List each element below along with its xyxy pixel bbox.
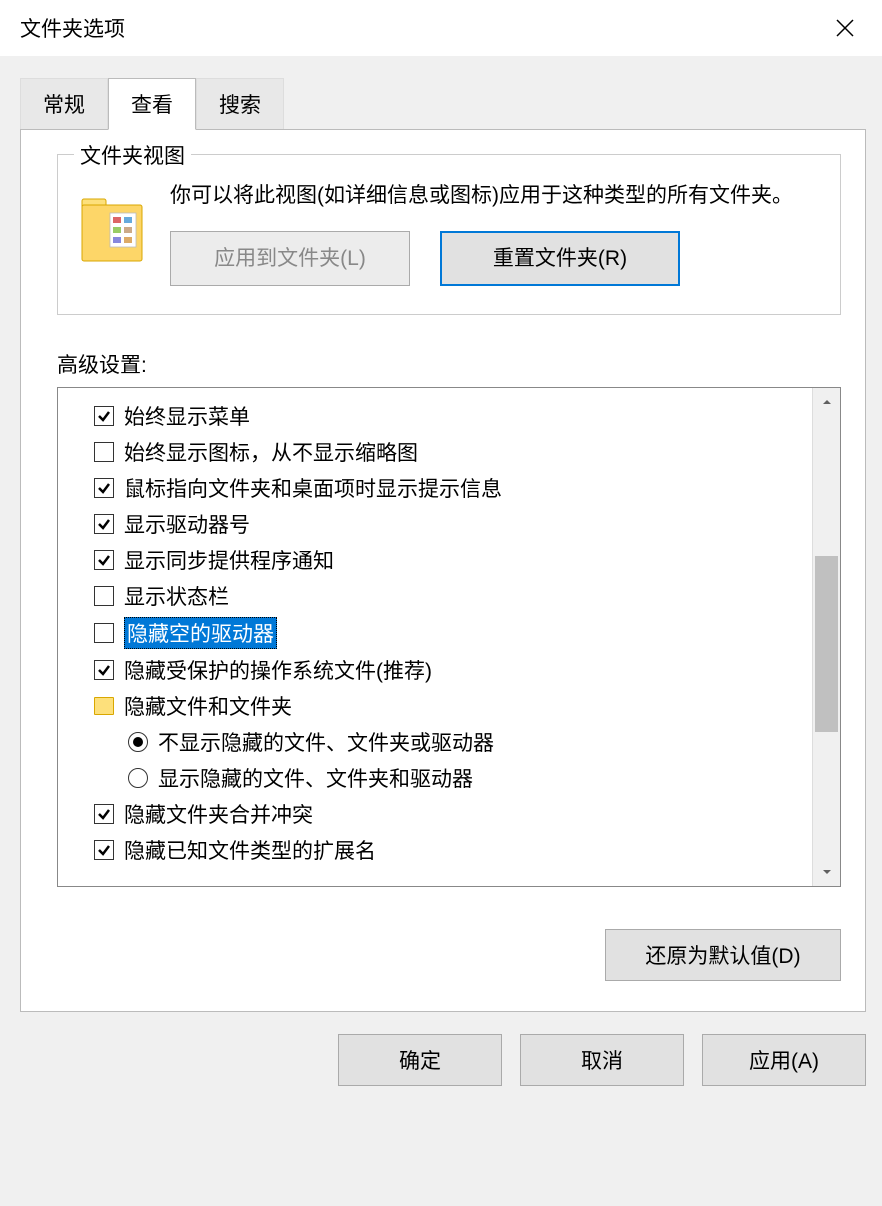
advanced-settings-label: 高级设置:	[57, 349, 841, 379]
list-item-label: 显示驱动器号	[124, 509, 250, 539]
list-item-label: 显示状态栏	[124, 581, 229, 611]
window-title: 文件夹选项	[20, 13, 125, 43]
list-item[interactable]: 始终显示图标，从不显示缩略图	[66, 434, 804, 470]
radio-icon[interactable]	[128, 768, 148, 788]
list-item[interactable]: 始终显示菜单	[66, 398, 804, 434]
ok-button[interactable]: 确定	[338, 1034, 502, 1086]
list-item-label: 始终显示菜单	[124, 401, 250, 431]
tab-view[interactable]: 查看	[108, 78, 196, 130]
list-item-label: 隐藏已知文件类型的扩展名	[124, 835, 376, 865]
tab-search[interactable]: 搜索	[196, 78, 284, 130]
list-item[interactable]: 鼠标指向文件夹和桌面项时显示提示信息	[66, 470, 804, 506]
checkbox-icon[interactable]	[94, 478, 114, 498]
checkbox-icon[interactable]	[94, 514, 114, 534]
reset-folders-button[interactable]: 重置文件夹(R)	[440, 231, 680, 287]
list-item[interactable]: 隐藏受保护的操作系统文件(推荐)	[66, 652, 804, 688]
list-item-label: 不显示隐藏的文件、文件夹或驱动器	[158, 727, 494, 757]
apply-to-folders-button: 应用到文件夹(L)	[170, 231, 410, 287]
close-icon	[836, 19, 854, 37]
folder-view-group: 文件夹视图 你可以将此视图(如详细信息或图标)应用于这种类型的所有文件夹。 应用…	[57, 154, 841, 315]
cancel-button[interactable]: 取消	[520, 1034, 684, 1086]
list-item[interactable]: 显示驱动器号	[66, 506, 804, 542]
list-item-label: 隐藏空的驱动器	[124, 617, 277, 649]
list-item[interactable]: 不显示隐藏的文件、文件夹或驱动器	[66, 724, 804, 760]
checkbox-icon[interactable]	[94, 586, 114, 606]
folder-view-legend: 文件夹视图	[74, 140, 191, 170]
tab-content-view: 文件夹视图 你可以将此视图(如详细信息或图标)应用于这种类型的所有文件夹。 应用…	[20, 129, 866, 1012]
list-item[interactable]: 显示状态栏	[66, 578, 804, 614]
list-item[interactable]: 隐藏文件夹合并冲突	[66, 796, 804, 832]
checkbox-icon[interactable]	[94, 660, 114, 680]
list-item[interactable]: 隐藏文件和文件夹	[66, 688, 804, 724]
scrollbar[interactable]	[812, 388, 840, 886]
checkbox-icon[interactable]	[94, 442, 114, 462]
checkbox-icon[interactable]	[94, 623, 114, 643]
advanced-settings-list: 始终显示菜单 始终显示图标，从不显示缩略图 鼠标指向文件夹和桌面项时显示提示信息…	[57, 387, 841, 887]
list-item-label: 隐藏受保护的操作系统文件(推荐)	[124, 655, 432, 685]
list-item-label: 显示隐藏的文件、文件夹和驱动器	[158, 763, 473, 793]
list-item[interactable]: 显示同步提供程序通知	[66, 542, 804, 578]
list-item-label: 隐藏文件夹合并冲突	[124, 799, 313, 829]
list-item-label: 隐藏文件和文件夹	[124, 691, 292, 721]
chevron-up-icon	[822, 397, 832, 407]
tab-bar: 常规 查看 搜索	[0, 56, 882, 130]
restore-defaults-button[interactable]: 还原为默认值(D)	[605, 929, 841, 981]
checkbox-icon[interactable]	[94, 550, 114, 570]
scroll-up-button[interactable]	[813, 388, 840, 416]
checkbox-icon[interactable]	[94, 804, 114, 824]
list-item-label: 显示同步提供程序通知	[124, 545, 334, 575]
list-item-label: 鼠标指向文件夹和桌面项时显示提示信息	[124, 473, 502, 503]
scroll-thumb[interactable]	[815, 556, 838, 732]
apply-button[interactable]: 应用(A)	[702, 1034, 866, 1086]
folder-icon	[80, 195, 144, 265]
list-item[interactable]: 隐藏空的驱动器	[66, 614, 804, 652]
folder-view-description: 你可以将此视图(如详细信息或图标)应用于这种类型的所有文件夹。	[170, 179, 818, 213]
dialog-button-row: 确定 取消 应用(A)	[0, 1012, 882, 1086]
list-item[interactable]: 隐藏已知文件类型的扩展名	[66, 832, 804, 868]
list-item-label: 始终显示图标，从不显示缩略图	[124, 437, 418, 467]
checkbox-icon[interactable]	[94, 406, 114, 426]
checkbox-icon[interactable]	[94, 840, 114, 860]
titlebar: 文件夹选项	[0, 0, 882, 56]
scroll-down-button[interactable]	[813, 858, 840, 886]
list-item[interactable]: 显示隐藏的文件、文件夹和驱动器	[66, 760, 804, 796]
close-button[interactable]	[824, 7, 866, 49]
tab-general[interactable]: 常规	[20, 78, 108, 130]
chevron-down-icon	[822, 867, 832, 877]
folder-icon	[94, 697, 114, 715]
radio-icon[interactable]	[128, 732, 148, 752]
